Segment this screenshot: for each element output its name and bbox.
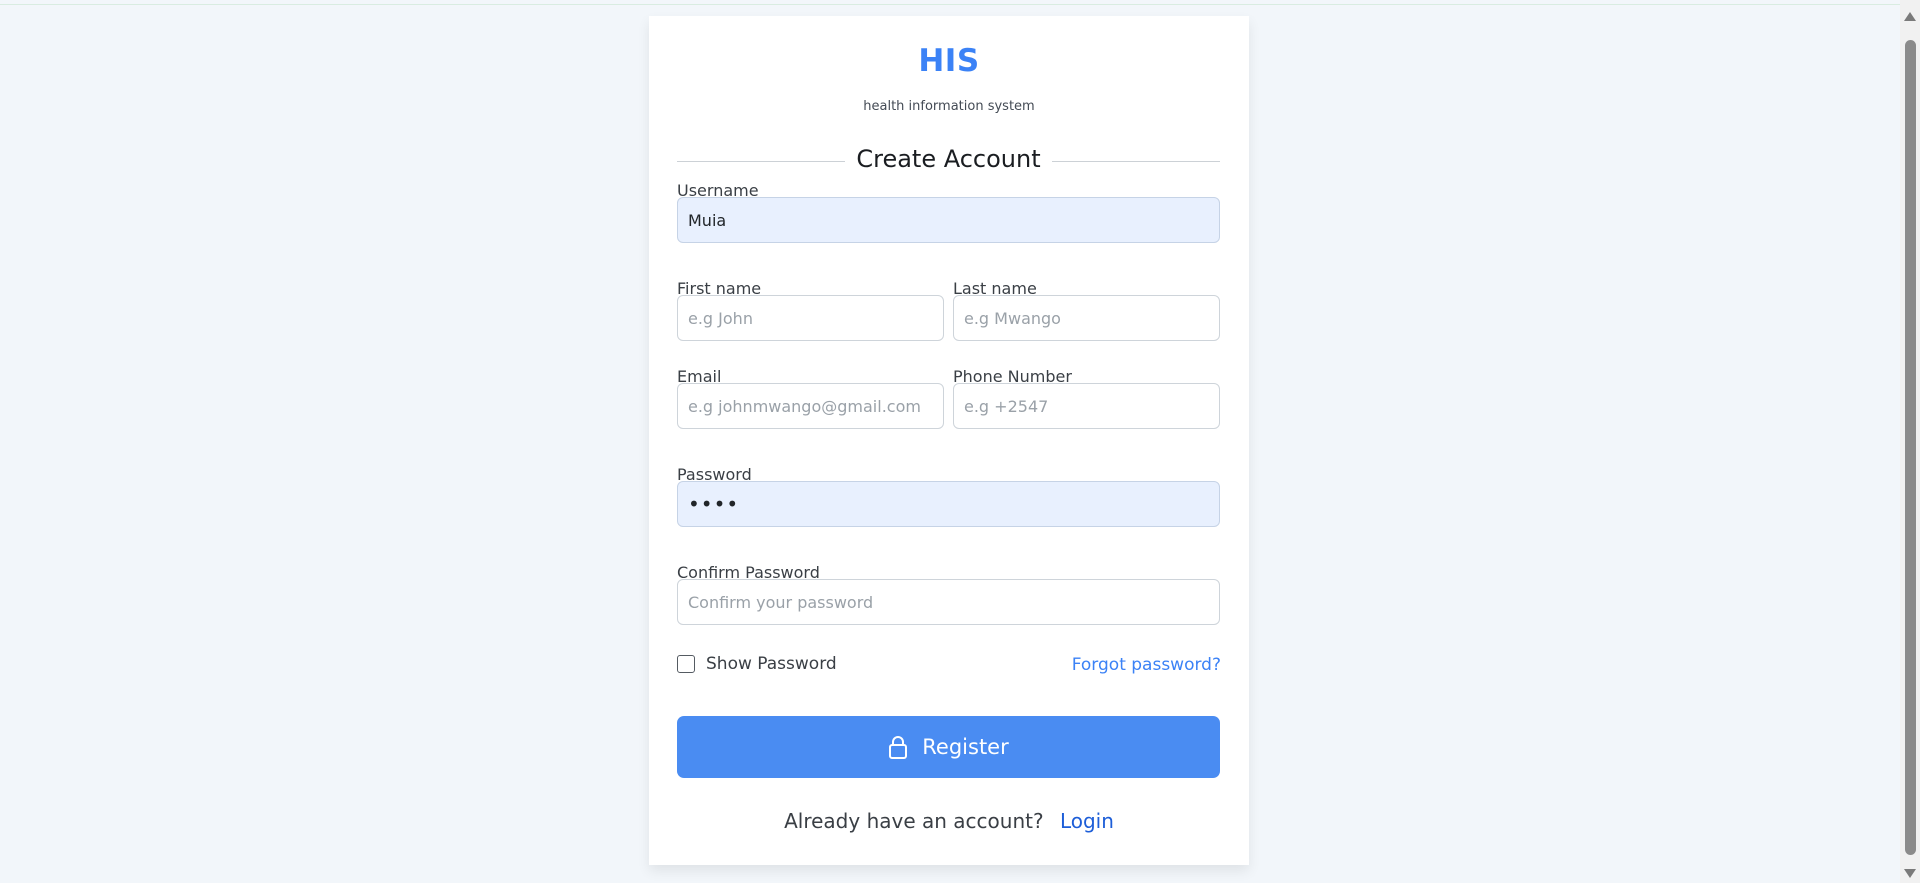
scroll-thumb[interactable] xyxy=(1905,40,1916,855)
brand-title: HIS xyxy=(918,43,980,79)
confirm-password-input[interactable] xyxy=(677,579,1220,625)
scroll-up-arrow-icon[interactable] xyxy=(1904,12,1916,21)
last-name-input[interactable] xyxy=(953,295,1220,341)
divider-right xyxy=(1052,161,1220,162)
login-prompt-row: Already have an account? Login xyxy=(649,809,1249,833)
show-password-row[interactable]: Show Password xyxy=(677,654,837,674)
phone-input[interactable] xyxy=(953,383,1220,429)
register-button-label: Register xyxy=(922,735,1009,759)
forgot-password-link[interactable]: Forgot password? xyxy=(1072,655,1221,675)
form-heading-row: Create Account xyxy=(677,143,1220,179)
show-password-checkbox[interactable] xyxy=(677,655,695,673)
scroll-down-arrow-icon[interactable] xyxy=(1904,869,1916,878)
form-heading: Create Account xyxy=(856,145,1041,173)
brand-subtitle: health information system xyxy=(863,99,1035,114)
email-input[interactable] xyxy=(677,383,944,429)
login-prompt: Already have an account? xyxy=(784,809,1044,833)
show-password-label[interactable]: Show Password xyxy=(706,654,837,674)
password-input[interactable] xyxy=(677,481,1220,527)
top-border xyxy=(0,0,1900,5)
username-input[interactable] xyxy=(677,197,1220,243)
scrollbar[interactable] xyxy=(1900,0,1920,883)
first-name-input[interactable] xyxy=(677,295,944,341)
lock-icon xyxy=(889,736,908,759)
register-button[interactable]: Register xyxy=(677,716,1220,778)
register-card: HIS health information system Create Acc… xyxy=(649,16,1249,865)
login-link[interactable]: Login xyxy=(1060,809,1114,833)
